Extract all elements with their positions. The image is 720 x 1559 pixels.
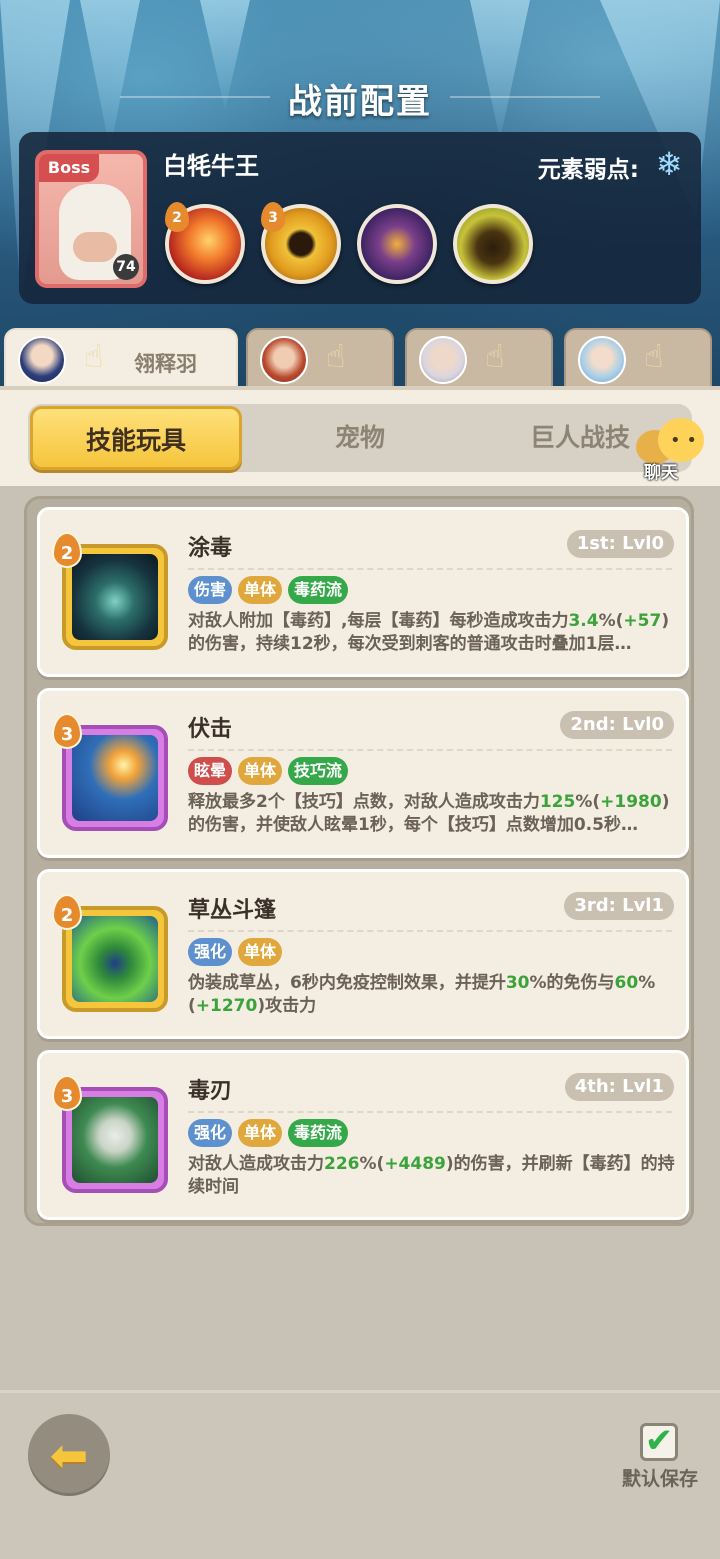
skill-tag: 强化: [188, 938, 233, 966]
skill-name: 草丛斗篷: [188, 898, 277, 923]
back-arrow-icon: ⬅: [49, 1428, 89, 1482]
skill-description: 对敌人附加【毒药】,每层【毒药】每秒造成攻击力3.4%(+57)的伤害，持续12…: [188, 611, 670, 654]
skill-tags: 眩晕 单体 技巧流: [188, 757, 349, 785]
skill-description: 释放最多2个【技巧】点数，对敌人造成攻击力125%(+1980)的伤害，并使敌人…: [188, 792, 670, 835]
skill-tag: 单体: [238, 938, 283, 966]
skill-list: 2 涂毒 1st: Lvl0 伤害 单体 毒药流 对敌人附加【毒药】,每层【毒药…: [24, 496, 694, 1226]
boss-skill-fire-claw[interactable]: 2: [165, 202, 245, 284]
skill-card[interactable]: 3 毒刃 4th: Lvl1 强化 单体 毒药流 对敌人造成攻击力226%(+4…: [37, 1050, 689, 1220]
skill-tag: 单体: [238, 576, 283, 604]
skill-tags: 强化 单体 毒药流: [188, 1119, 349, 1147]
hero-avatar: [419, 336, 467, 384]
boss-portrait[interactable]: Boss 74: [35, 150, 147, 288]
ambush-icon: [72, 735, 158, 821]
smile-face-icon: • •: [670, 430, 697, 451]
skill-tag: 眩晕: [188, 757, 233, 785]
skill-level-badge: 2nd: Lvl0: [560, 711, 674, 739]
skill-tag: 伤害: [188, 576, 233, 604]
category-tabs: 技能玩具 宠物 巨人战技: [28, 404, 692, 472]
page-title: 战前配置: [288, 82, 432, 122]
skill-tags: 伤害 单体 毒药流: [188, 576, 349, 604]
hero-avatar: [18, 336, 66, 384]
tab-pets[interactable]: 宠物: [254, 406, 466, 470]
chat-label: 聊天: [644, 463, 678, 483]
chat-button[interactable]: • • 聊天: [636, 414, 706, 484]
hero-avatar: [260, 336, 308, 384]
element-weakness-label: 元素弱点:: [537, 157, 639, 183]
divider: [188, 1111, 672, 1113]
hero-tab-3[interactable]: ☝: [405, 328, 553, 388]
boss-skill-rank: 2: [165, 202, 189, 232]
skill-rank-badge: 2: [52, 532, 82, 568]
skill-card[interactable]: 2 草丛斗篷 3rd: Lvl1 强化 单体 伪装成草丛，6秒内免疫控制效果，并…: [37, 869, 689, 1039]
default-save-checkbox[interactable]: ✔: [640, 1423, 678, 1461]
boss-skill-golden-ring[interactable]: 3: [261, 202, 341, 284]
divider: [188, 749, 672, 751]
hero-name: 翎释羽: [134, 352, 197, 376]
snowflake-icon: ❄: [655, 145, 683, 183]
hero-tab-2[interactable]: ☝: [246, 328, 394, 388]
boss-panel: Boss 74 白牦牛王 元素弱点: ❄ 2 3: [19, 132, 701, 304]
skill-tag: 单体: [238, 1119, 283, 1147]
tap-hand-icon: ☝: [326, 337, 346, 375]
skill-tag: 毒药流: [288, 576, 349, 604]
hero-avatar: [578, 336, 626, 384]
skill-card[interactable]: 2 涂毒 1st: Lvl0 伤害 单体 毒药流 对敌人附加【毒药】,每层【毒药…: [37, 507, 689, 677]
bottom-bar: [0, 1390, 720, 1559]
skill-tag: 技巧流: [288, 757, 349, 785]
skill-card[interactable]: 3 伏击 2nd: Lvl0 眩晕 单体 技巧流 释放最多2个【技巧】点数，对敌…: [37, 688, 689, 858]
bush-cloak-icon: [72, 916, 158, 1002]
poison-drop-icon: [72, 554, 158, 640]
boss-skill-rank: 3: [261, 202, 285, 232]
boss-level: 74: [113, 254, 139, 280]
skill-description: 对敌人造成攻击力226%(+4489)的伤害，并刷新【毒药】的持续时间: [188, 1154, 675, 1197]
hero-tab-4[interactable]: ☝: [564, 328, 712, 388]
skill-name: 伏击: [188, 717, 233, 742]
skill-rank-badge: 3: [52, 713, 82, 749]
divider: [188, 930, 672, 932]
skill-description: 伪装成草丛，6秒内免疫控制效果，并提升30%的免伤与60%(+1270)攻击力: [188, 973, 656, 1016]
tap-hand-icon: ☝: [644, 337, 664, 375]
boss-name: 白牦牛王: [163, 152, 259, 180]
skill-rank-badge: 2: [52, 894, 82, 930]
boss-tag: Boss: [39, 154, 99, 182]
poison-skull-icon: [72, 1097, 158, 1183]
skill-tag: 单体: [238, 757, 283, 785]
skill-name: 涂毒: [188, 536, 233, 561]
skill-name: 毒刃: [188, 1079, 233, 1104]
skill-tag: 强化: [188, 1119, 233, 1147]
hero-tab-1[interactable]: ☝ 翎释羽: [4, 328, 238, 388]
tap-hand-icon: ☝: [485, 337, 505, 375]
skill-level-badge: 4th: Lvl1: [564, 1073, 674, 1101]
tab-skill-toys[interactable]: 技能玩具: [30, 406, 242, 470]
default-save-label: 默认保存: [622, 1468, 699, 1490]
back-button[interactable]: ⬅: [28, 1414, 110, 1496]
boss-skill-shadow-beast[interactable]: [453, 204, 533, 284]
tap-hand-icon: ☝: [84, 337, 104, 375]
divider: [188, 568, 672, 570]
category-bar: 技能玩具 宠物 巨人战技 • • 聊天: [0, 386, 720, 486]
yak-face: [73, 232, 117, 262]
skill-rank-badge: 3: [52, 1075, 82, 1111]
skill-level-badge: 1st: Lvl0: [566, 530, 674, 558]
boss-skill-roaring-beast[interactable]: [357, 204, 437, 284]
skill-tags: 强化 单体: [188, 938, 283, 966]
skill-tag: 毒药流: [288, 1119, 349, 1147]
skill-level-badge: 3rd: Lvl1: [564, 892, 674, 920]
